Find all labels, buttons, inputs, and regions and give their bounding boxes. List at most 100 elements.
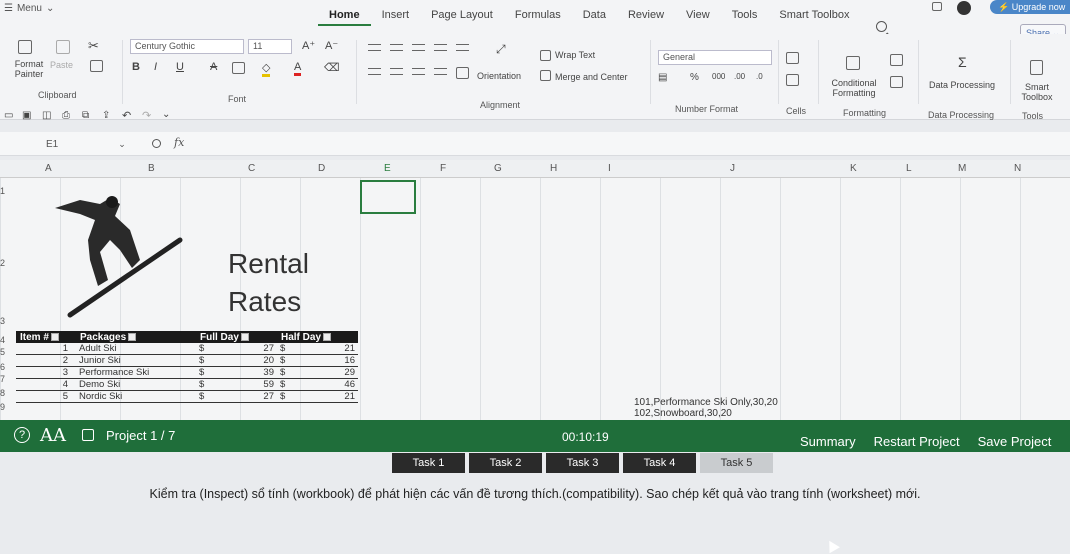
package-name[interactable]: Demo Ski — [76, 378, 196, 391]
half-day-price[interactable]: 29 — [309, 366, 358, 379]
col-header-m[interactable]: M — [958, 163, 966, 174]
save-project-button[interactable]: Save Project — [978, 434, 1052, 449]
summary-button[interactable]: Summary — [800, 434, 856, 449]
row-header-1[interactable]: 1 — [0, 186, 5, 196]
tab-smart-toolbox[interactable]: Smart Toolbox — [768, 9, 860, 26]
package-name[interactable]: Junior Ski — [76, 354, 196, 367]
table-row[interactable]: 3 Performance Ski $ 39 $ 29 — [16, 366, 358, 379]
customize-icon[interactable]: ⌄ — [162, 109, 170, 120]
task-tab-1[interactable]: Task 1 — [392, 453, 465, 473]
col-header-b[interactable]: B — [148, 163, 155, 174]
col-header-g[interactable]: G — [494, 163, 502, 174]
fill-color-icon[interactable]: ◇ — [262, 61, 271, 77]
table-row[interactable]: 1 Adult Ski $ 27 $ 21 — [16, 343, 358, 355]
half-day-price[interactable]: 16 — [309, 354, 358, 367]
data-processing-button[interactable]: Data Processing — [929, 80, 995, 90]
fx-icon[interactable]: fx — [174, 136, 184, 149]
package-name[interactable]: Adult Ski — [76, 343, 196, 355]
align-right-icon[interactable] — [412, 68, 425, 75]
tab-home[interactable]: Home — [318, 9, 371, 26]
full-day-price[interactable]: 59 — [228, 378, 277, 391]
menu-button[interactable]: ☰ Menu ⌄ — [4, 3, 54, 14]
task-tab-5[interactable]: Task 5 — [700, 453, 773, 473]
save-icon[interactable]: ▣ — [22, 110, 31, 121]
header-full-day[interactable]: Full Day — [196, 331, 277, 343]
full-day-price[interactable]: 27 — [228, 343, 277, 355]
font-color-icon[interactable]: A — [294, 61, 302, 76]
avatar[interactable] — [957, 1, 971, 15]
filter-dropdown-icon[interactable] — [128, 332, 137, 341]
indent-right-icon[interactable] — [456, 44, 469, 51]
row-header-8[interactable]: 8 — [0, 388, 5, 398]
selected-cell-e1[interactable] — [360, 180, 416, 214]
col-header-d[interactable]: D — [318, 163, 325, 174]
format-cells-icon[interactable] — [786, 74, 799, 86]
orientation-icon[interactable]: ⤢ — [496, 42, 506, 57]
csv-line[interactable]: 101,Performance Ski Only,30,20 — [634, 397, 778, 408]
half-day-price[interactable]: 21 — [309, 343, 358, 355]
col-header-l[interactable]: L — [906, 163, 912, 174]
row-header-7[interactable]: 7 — [0, 374, 5, 384]
row-header-2[interactable]: 2 — [0, 258, 5, 268]
merge-center-button[interactable]: Merge and Center — [555, 72, 628, 82]
half-day-price[interactable]: 46 — [309, 378, 358, 391]
header-half-day[interactable]: Half Day — [276, 331, 358, 343]
half-day-price[interactable]: 21 — [309, 390, 358, 403]
undo-icon[interactable]: ↶ — [122, 109, 131, 122]
filter-dropdown-icon[interactable] — [323, 332, 331, 341]
print-icon[interactable]: ⎙ — [62, 110, 70, 121]
cut-icon[interactable]: ✂ — [88, 38, 99, 54]
decrease-decimal-icon[interactable]: .0 — [756, 72, 763, 81]
smart-toolbox-button[interactable]: Smart Toolbox — [1018, 82, 1056, 102]
currency-icon[interactable]: ▤ — [658, 72, 667, 83]
col-header-f[interactable]: F — [440, 163, 446, 174]
format-painter-button[interactable]: Format Painter — [9, 59, 49, 79]
tab-formulas[interactable]: Formulas — [504, 9, 572, 26]
package-name[interactable]: Nordic Ski — [76, 390, 196, 403]
table-row[interactable]: 5 Nordic Ski $ 27 $ 21 — [16, 390, 358, 403]
full-day-price[interactable]: 20 — [228, 354, 277, 367]
decrease-font-icon[interactable]: A⁻ — [325, 39, 338, 52]
tab-view[interactable]: View — [675, 9, 721, 26]
csv-line[interactable]: 102,Snowboard,30,20 — [634, 408, 778, 419]
tab-page-layout[interactable]: Page Layout — [420, 9, 504, 26]
col-header-h[interactable]: H — [550, 163, 557, 174]
item-number[interactable]: 4 — [16, 378, 76, 391]
item-number[interactable]: 5 — [16, 390, 76, 403]
tab-tools[interactable]: Tools — [721, 9, 769, 26]
header-packages[interactable]: Packages — [76, 331, 196, 343]
percent-icon[interactable]: % — [690, 72, 699, 83]
cell-style-icon[interactable] — [890, 54, 903, 66]
font-name-select[interactable]: Century Gothic — [130, 39, 244, 54]
clear-format-icon[interactable]: ⌫ — [324, 61, 340, 74]
justify-icon[interactable] — [434, 68, 447, 75]
task-tab-4[interactable]: Task 4 — [623, 453, 696, 473]
col-header-k[interactable]: K — [850, 163, 857, 174]
font-size-select[interactable]: 11 — [248, 39, 292, 54]
paste-button[interactable]: Paste — [50, 60, 73, 70]
thousands-icon[interactable]: 000 — [712, 72, 725, 81]
file-icon[interactable]: ▭ — [4, 110, 13, 121]
paste-icon[interactable] — [56, 40, 70, 54]
col-header-i[interactable]: I — [608, 163, 611, 174]
help-icon[interactable]: ? — [14, 427, 30, 443]
row-header-5[interactable]: 5 — [0, 347, 5, 357]
row-header-3[interactable]: 3 — [0, 316, 5, 326]
upgrade-button[interactable]: ⚡ Upgrade now — [990, 0, 1070, 14]
task-tab-2[interactable]: Task 2 — [469, 453, 542, 473]
format-painter-icon[interactable] — [18, 40, 32, 54]
print-preview-icon[interactable]: ◫ — [42, 110, 51, 121]
text-size-button[interactable]: AA — [40, 425, 66, 446]
row-header-9[interactable]: 9 — [0, 402, 5, 412]
align-bottom-icon[interactable] — [412, 44, 425, 51]
increase-decimal-icon[interactable]: .00 — [734, 72, 745, 81]
increase-font-icon[interactable]: A⁺ — [302, 39, 315, 52]
export-icon[interactable]: ⧉ — [82, 110, 89, 121]
insert-cells-icon[interactable] — [786, 52, 799, 64]
item-number[interactable]: 3 — [16, 366, 76, 379]
col-header-c[interactable]: C — [248, 163, 255, 174]
name-box[interactable]: E1 ⌄ — [0, 135, 126, 153]
redo-icon[interactable]: ↷ — [142, 109, 151, 122]
item-number[interactable]: 2 — [16, 354, 76, 367]
col-header-a[interactable]: A — [45, 163, 52, 174]
